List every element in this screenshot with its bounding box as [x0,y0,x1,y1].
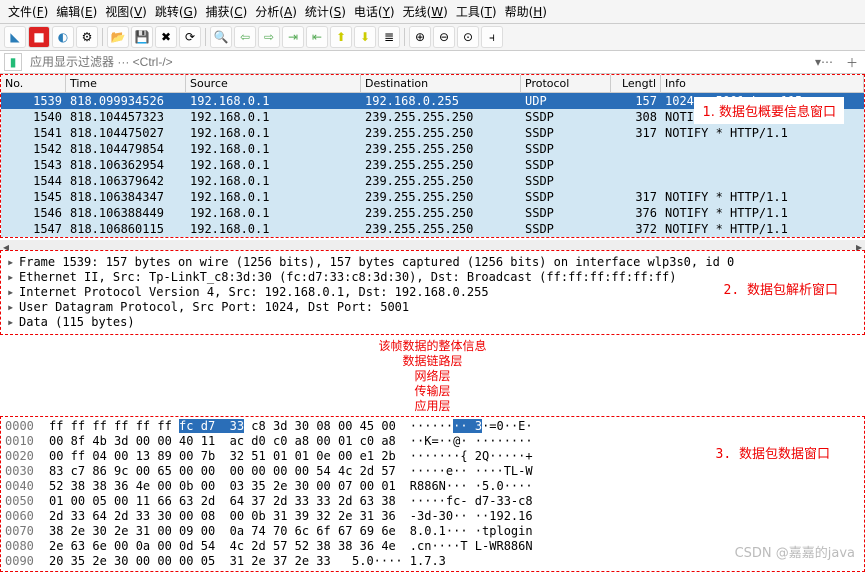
menu-item[interactable]: 编辑(E) [54,2,99,21]
reload-button[interactable]: ⟳ [179,26,201,48]
hex-row[interactable]: 00802e 63 6e 00 0a 00 0d 54 4c 2d 57 52 … [5,539,860,554]
table-row[interactable]: 1544818.106379642192.168.0.1239.255.255.… [1,173,864,189]
tree-item[interactable]: ▸Data (115 bytes) [7,315,858,330]
close-button[interactable]: ✖ [155,26,177,48]
col-protocol[interactable]: Protocol [521,75,611,92]
col-destination[interactable]: Destination [361,75,521,92]
hex-row[interactable]: 0000ff ff ff ff ff ff fc d7 33 c8 3d 30 … [5,419,860,434]
expand-icon[interactable]: ▸ [7,315,19,330]
hex-row[interactable]: 004052 38 38 36 4e 00 0b 00 03 35 2e 30 … [5,479,860,494]
down-button[interactable]: ⬇ [354,26,376,48]
tree-item[interactable]: ▸User Datagram Protocol, Src Port: 1024,… [7,300,858,315]
first-button[interactable]: ⇤ [306,26,328,48]
annotation-3: 3. 数据包数据窗口 [710,445,836,464]
col-no[interactable]: No. [1,75,66,92]
open-button[interactable]: 📂 [107,26,129,48]
menu-item[interactable]: 电话(Y) [352,2,397,21]
col-source[interactable]: Source [186,75,361,92]
watermark: CSDN @嘉嘉的java [735,542,855,561]
restart-capture-button[interactable]: ◐ [52,26,74,48]
table-row[interactable]: 1543818.106362954192.168.0.1239.255.255.… [1,157,864,173]
menu-item[interactable]: 跳转(G) [153,2,200,21]
col-info[interactable]: Info [661,75,864,92]
zoom-in-button[interactable]: ⊕ [409,26,431,48]
tree-item[interactable]: ▸Frame 1539: 157 bytes on wire (1256 bit… [7,255,858,270]
expand-icon[interactable]: ▸ [7,285,19,300]
menu-item[interactable]: 视图(V) [103,2,149,21]
menu-item[interactable]: 无线(W) [401,2,450,21]
save-button[interactable]: 💾 [131,26,153,48]
layer-labels: 该帧数据的整体信息数据链路层网络层传输层应用层 [0,337,865,416]
packet-list-pane: No. Time Source Destination Protocol Len… [0,74,865,238]
table-row[interactable]: 1541818.104475027192.168.0.1239.255.255.… [1,125,864,141]
find-button[interactable]: 🔍 [210,26,232,48]
layer-label: 数据链路层 [0,354,865,369]
hex-row[interactable]: 005001 00 05 00 11 66 63 2d 64 37 2d 33 … [5,494,860,509]
filter-bar: ▮ ▾⋯ ＋ [0,51,865,74]
menu-item[interactable]: 分析(A) [253,2,299,21]
layer-label: 网络层 [0,369,865,384]
layer-label: 应用层 [0,399,865,414]
packet-list-header: No. Time Source Destination Protocol Len… [1,75,864,93]
col-time[interactable]: Time [66,75,186,92]
shark-fin-icon[interactable]: ◣ [4,26,26,48]
col-length[interactable]: Lengtl [611,75,661,92]
menu-item[interactable]: 帮助(H) [503,2,549,21]
bookmark-icon[interactable]: ▮ [4,53,22,71]
up-button[interactable]: ⬆ [330,26,352,48]
filter-dropdown-button[interactable]: ▾⋯ [809,55,839,69]
prev-button[interactable]: ⇦ [234,26,256,48]
next-button[interactable]: ⇨ [258,26,280,48]
autoscroll-button[interactable]: ≣ [378,26,400,48]
filter-input[interactable] [26,53,805,71]
packet-details-pane: ▸Frame 1539: 157 bytes on wire (1256 bit… [0,250,865,335]
jump-button[interactable]: ⇥ [282,26,304,48]
expand-icon[interactable]: ▸ [7,255,19,270]
expand-icon[interactable]: ▸ [7,300,19,315]
hex-row[interactable]: 007038 2e 30 2e 31 00 09 00 0a 74 70 6c … [5,524,860,539]
zoom-reset-button[interactable]: ⊙ [457,26,479,48]
options-button[interactable]: ⚙ [76,26,98,48]
hex-row[interactable]: 00602d 33 64 2d 33 30 00 08 00 0b 31 39 … [5,509,860,524]
layer-label: 该帧数据的整体信息 [0,339,865,354]
main-toolbar: ◣ ■ ◐ ⚙ 📂 💾 ✖ ⟳ 🔍 ⇦ ⇨ ⇥ ⇤ ⬆ ⬇ ≣ ⊕ ⊖ ⊙ ⫞ [0,24,865,51]
table-row[interactable]: 1545818.106384347192.168.0.1239.255.255.… [1,189,864,205]
menu-item[interactable]: 统计(S) [303,2,348,21]
table-row[interactable]: 1547818.106860115192.168.0.1239.255.255.… [1,221,864,237]
filter-add-button[interactable]: ＋ [843,54,861,71]
menu-item[interactable]: 捕获(C) [204,2,250,21]
annotation-1: 1. 数据包概要信息窗口 [694,97,844,124]
zoom-out-button[interactable]: ⊖ [433,26,455,48]
resize-cols-button[interactable]: ⫞ [481,26,503,48]
table-row[interactable]: 1542818.104479854192.168.0.1239.255.255.… [1,141,864,157]
expand-icon[interactable]: ▸ [7,270,19,285]
stop-capture-button[interactable]: ■ [28,26,50,48]
table-row[interactable]: 1546818.106388449192.168.0.1239.255.255.… [1,205,864,221]
menu-item[interactable]: 文件(F) [6,2,50,21]
hscroll[interactable]: ◂▸ [0,240,865,250]
hex-row[interactable]: 003083 c7 86 9c 00 65 00 00 00 00 00 00 … [5,464,860,479]
menubar: 文件(F)编辑(E)视图(V)跳转(G)捕获(C)分析(A)统计(S)电话(Y)… [0,0,865,24]
annotation-2: 2. 数据包解析窗口 [718,281,844,300]
layer-label: 传输层 [0,384,865,399]
menu-item[interactable]: 工具(T) [454,2,499,21]
